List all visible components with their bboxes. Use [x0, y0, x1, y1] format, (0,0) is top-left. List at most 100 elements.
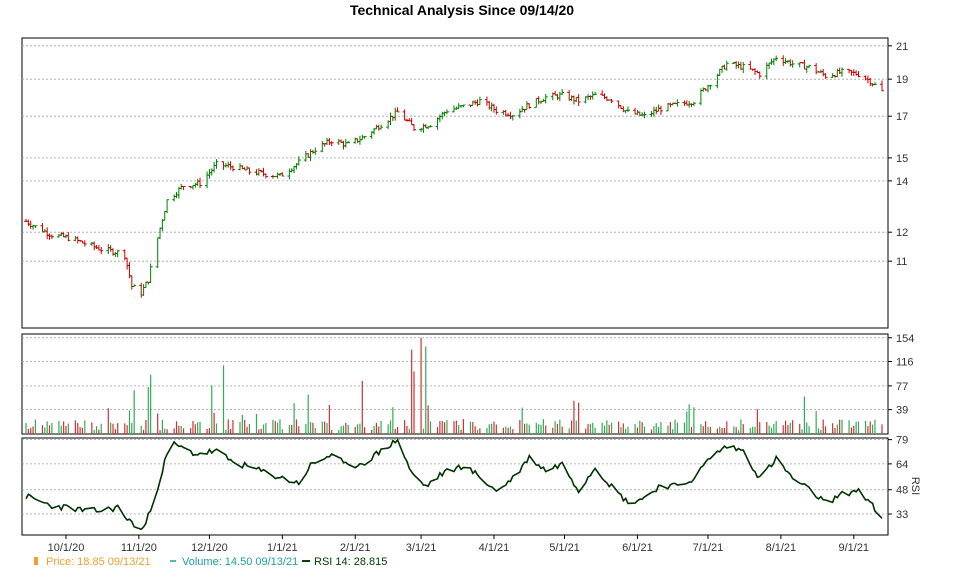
price-bar: [534, 98, 538, 107]
x-tick-label: 9/1/21: [838, 542, 869, 554]
price-bar: [525, 101, 529, 109]
rsi-panel-frame: [22, 438, 888, 535]
legend: Price: 18.85 09/13/21Volume: 14.50 09/13…: [34, 556, 387, 568]
price-bar: [393, 108, 397, 121]
price-bar: [748, 61, 752, 70]
price-bar: [734, 61, 738, 69]
price-bar: [802, 60, 806, 69]
price-bar: [276, 173, 280, 179]
price-bar: [527, 103, 531, 109]
price-bar: [40, 223, 44, 232]
price-bar: [156, 238, 160, 268]
price-bar: [379, 125, 383, 130]
price-bar: [574, 97, 578, 102]
price-bar: [207, 169, 211, 179]
price-bar: [403, 109, 407, 120]
price-bar: [238, 163, 242, 170]
price-bar: [132, 285, 136, 287]
x-tick-label: 8/1/21: [766, 542, 797, 554]
price-bar: [873, 82, 877, 85]
price-bar: [864, 76, 868, 81]
price-bar: [798, 62, 802, 67]
rsi-tick-label: 64: [896, 459, 908, 471]
price-bar: [304, 151, 308, 162]
price-bar: [692, 102, 696, 106]
price-bar: [149, 263, 153, 282]
price-bar: [807, 65, 811, 68]
price-bar: [106, 244, 110, 254]
price-tick-label: 12: [896, 227, 908, 239]
price-bar: [555, 94, 559, 100]
price-bar: [741, 62, 745, 73]
price-bar: [330, 141, 334, 146]
price-bar: [586, 94, 590, 100]
rsi-tick-label: 33: [896, 509, 908, 521]
price-bar: [212, 162, 216, 173]
price-bar: [511, 115, 515, 121]
chart-title: Technical Analysis Since 09/14/20: [350, 2, 574, 18]
x-tick-label: 2/1/21: [340, 542, 371, 554]
price-bar: [205, 172, 209, 189]
price-bar: [788, 59, 792, 66]
legend-entry: Price: 18.85 09/13/21: [46, 556, 151, 568]
price-tick-labels: 21191715141211: [888, 41, 908, 268]
price-bar: [675, 99, 679, 106]
price-bar: [577, 94, 581, 106]
rsi-tick-label: 48: [896, 485, 908, 497]
price-bar: [231, 165, 235, 171]
price-bar: [309, 149, 313, 161]
price-bar: [358, 136, 362, 145]
price-bar: [160, 219, 164, 231]
price-bar: [410, 118, 414, 125]
technical-analysis-chart: Technical Analysis Since 09/14/20 211917…: [0, 0, 960, 576]
price-bar: [346, 141, 350, 143]
chart-canvas: Technical Analysis Since 09/14/20 211917…: [0, 0, 960, 576]
price-bar: [765, 62, 769, 79]
price-bar: [560, 89, 564, 95]
price-bar: [198, 178, 202, 189]
price-bar: [478, 97, 482, 105]
price-bar: [774, 56, 778, 62]
price-bar: [344, 139, 348, 148]
price-bar: [539, 101, 543, 104]
price-bar: [210, 168, 214, 175]
price-bar: [57, 234, 61, 237]
price-bar: [642, 112, 646, 119]
price-bar: [610, 99, 614, 103]
volume-gridlines: [22, 338, 888, 410]
price-bar: [490, 102, 494, 111]
x-tick-label: 4/1/21: [479, 542, 510, 554]
price-bar: [99, 247, 103, 254]
price-bar: [588, 95, 592, 99]
price-bar: [325, 138, 329, 145]
price-bar: [280, 172, 284, 176]
price-bar: [92, 241, 96, 250]
price-bar: [247, 167, 251, 174]
price-bar: [652, 107, 656, 117]
price-bar: [172, 194, 176, 201]
price-bar: [341, 141, 345, 150]
price-bar: [50, 234, 54, 239]
price-bar: [471, 101, 475, 106]
price-bar: [492, 104, 496, 113]
price-bar: [445, 109, 449, 114]
price-bar: [412, 124, 416, 131]
price-bar: [163, 211, 167, 220]
volume-tick-label: 154: [896, 333, 914, 345]
volume-tick-label: 77: [896, 381, 908, 393]
price-bar: [501, 110, 505, 115]
price-bar: [438, 114, 442, 122]
price-bar: [125, 258, 129, 270]
price-tick-label: 17: [896, 111, 908, 123]
price-bar: [659, 106, 663, 115]
price-bar: [421, 124, 425, 133]
price-bar: [847, 69, 851, 73]
price-bar: [725, 61, 729, 71]
price-bar: [377, 125, 381, 131]
price-bar: [66, 232, 70, 241]
price-bar: [603, 93, 607, 99]
price-bar: [142, 284, 146, 296]
price-bar: [537, 96, 541, 104]
price-bar: [824, 73, 828, 79]
price-bar: [262, 168, 266, 177]
